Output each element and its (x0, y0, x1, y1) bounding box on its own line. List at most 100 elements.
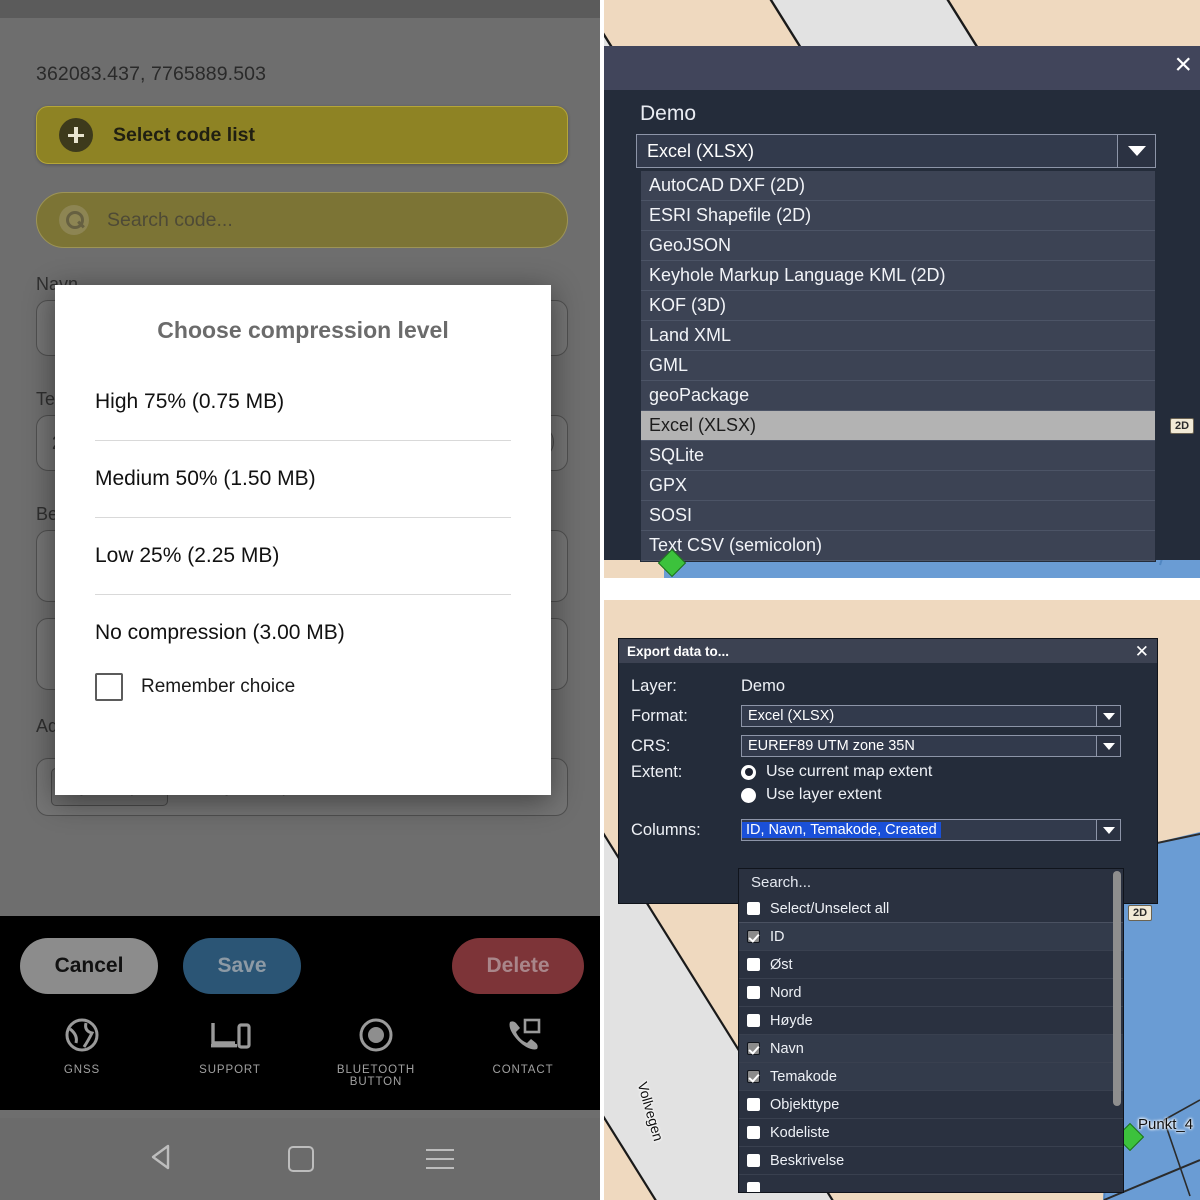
column-item-beskrivelse[interactable]: Beskrivelse (739, 1147, 1123, 1175)
point-label-punkt4: Punkt_4 (1138, 1116, 1194, 1133)
columns-label: Columns: (631, 820, 701, 839)
close-icon[interactable]: ✕ (1135, 643, 1149, 660)
column-label: Høyde (770, 1012, 813, 1029)
chevron-down-icon[interactable] (1096, 820, 1120, 840)
format-dialog-body: Demo Excel (XLSX) AutoCAD DXF (2D) ESRI … (604, 90, 1200, 562)
format-option[interactable]: ESRI Shapefile (2D) (641, 201, 1155, 231)
column-label: Kodeliste (770, 1124, 830, 1141)
compression-option-high[interactable]: High 75% (0.75 MB) (55, 390, 551, 414)
format-option[interactable]: GeoJSON (641, 231, 1155, 261)
export-row-crs: CRS: EUREF89 UTM zone 35N (631, 731, 1157, 761)
crs-select[interactable]: EUREF89 UTM zone 35N (741, 735, 1121, 757)
column-item-ost[interactable]: Øst (739, 951, 1123, 979)
column-item-temakode[interactable]: Temakode (739, 1063, 1123, 1091)
format-option[interactable]: SQLite (641, 441, 1155, 471)
checkbox-id[interactable] (747, 930, 760, 943)
format-label: Format: (631, 706, 688, 725)
columns-select-all-row[interactable]: Select/Unselect all (739, 895, 1123, 923)
export-row-layer: Layer: Demo (631, 671, 1157, 701)
checkbox-partial[interactable] (747, 1182, 760, 1192)
tool-contact[interactable]: CONTACT (463, 1012, 583, 1076)
format-option-selected[interactable]: Excel (XLSX) (641, 411, 1155, 441)
column-item-id[interactable]: ID (739, 923, 1123, 951)
extent-label: Extent: (631, 762, 683, 781)
checkbox-kodeliste[interactable] (747, 1126, 760, 1139)
export-dialog-title: Export data to... (627, 643, 730, 659)
compression-level-dialog: Choose compression level High 75% (0.75 … (55, 285, 551, 795)
select-code-list-label: Select code list (113, 123, 255, 146)
format-combobox[interactable]: Excel (XLSX) (636, 134, 1156, 168)
checkbox-nord[interactable] (747, 986, 760, 999)
dropdown-scrollbar[interactable] (1113, 871, 1121, 1106)
close-icon[interactable]: × (1174, 50, 1192, 80)
desktop-export-dialog-panel: Vollvegen 2D Punkt_4 Export data to... ✕… (604, 600, 1200, 1200)
export-row-extent: Extent: Use current map extent (631, 761, 1157, 783)
column-label: ID (770, 928, 785, 945)
columns-search-input[interactable]: Search... (739, 869, 1123, 895)
chevron-down-icon[interactable] (1117, 135, 1155, 167)
android-nav-bar (0, 1118, 600, 1200)
home-square-icon[interactable] (288, 1146, 314, 1172)
columns-select[interactable]: ID, Navn, Temakode, Created (741, 819, 1121, 841)
column-item-partial[interactable] (739, 1175, 1123, 1192)
globe-icon (22, 1012, 142, 1058)
back-triangle-icon[interactable] (146, 1143, 176, 1176)
checkbox-temakode[interactable] (747, 1070, 760, 1083)
column-item-navn[interactable]: Navn (739, 1035, 1123, 1063)
column-item-nord[interactable]: Nord (739, 979, 1123, 1007)
remember-choice-row[interactable]: Remember choice (55, 673, 551, 701)
columns-select-value: ID, Navn, Temakode, Created (742, 822, 941, 838)
column-item-hoyde[interactable]: Høyde (739, 1007, 1123, 1035)
tool-bluetooth-button[interactable]: BLUETOOTH BUTTON (316, 1012, 436, 1088)
divider (95, 594, 511, 595)
tool-support[interactable]: SUPPORT (170, 1012, 290, 1076)
format-option[interactable]: Text CSV (semicolon) (641, 531, 1155, 561)
columns-multiselect-dropdown[interactable]: Search... Select/Unselect all ID Øst Nor… (738, 868, 1124, 1193)
extent-option-current[interactable]: Use current map extent (741, 760, 932, 784)
chevron-down-icon[interactable] (1096, 736, 1120, 756)
checkbox-hoyde[interactable] (747, 1014, 760, 1027)
crs-label: CRS: (631, 736, 671, 755)
checkbox-select-all[interactable] (747, 902, 760, 915)
export-data-dialog: Export data to... ✕ Layer: Demo Format: … (618, 638, 1158, 904)
format-option[interactable]: Keyhole Markup Language KML (2D) (641, 261, 1155, 291)
phone-status-bar (0, 0, 600, 18)
format-option[interactable]: SOSI (641, 501, 1155, 531)
tool-gnss[interactable]: GNSS (22, 1012, 142, 1076)
chevron-down-icon[interactable] (1096, 706, 1120, 726)
format-option[interactable]: GPX (641, 471, 1155, 501)
checkbox-navn[interactable] (747, 1042, 760, 1055)
radio-layer-extent[interactable] (741, 787, 756, 803)
search-code-input[interactable]: Search code... (36, 192, 568, 248)
compression-option-low[interactable]: Low 25% (2.25 MB) (55, 544, 551, 568)
columns-select-all-label: Select/Unselect all (770, 900, 890, 917)
panel-title-bar (604, 46, 1200, 90)
checkbox-beskrivelse[interactable] (747, 1154, 760, 1167)
checkbox-ost[interactable] (747, 958, 760, 971)
select-code-list-button[interactable]: Select code list (36, 106, 568, 164)
format-option[interactable]: geoPackage (641, 381, 1155, 411)
format-option[interactable]: KOF (3D) (641, 291, 1155, 321)
compression-option-medium[interactable]: Medium 50% (1.50 MB) (55, 467, 551, 491)
search-code-placeholder: Search code... (107, 208, 233, 231)
export-row-columns: Columns: ID, Navn, Temakode, Created (631, 815, 1157, 845)
format-option[interactable]: Land XML (641, 321, 1155, 351)
column-label: Øst (770, 956, 793, 973)
column-item-kodeliste[interactable]: Kodeliste (739, 1119, 1123, 1147)
column-label: Objekttype (770, 1096, 840, 1113)
remember-choice-checkbox[interactable] (95, 673, 123, 701)
save-button[interactable]: Save (183, 938, 301, 994)
checkbox-objekttype[interactable] (747, 1098, 760, 1111)
menu-lines-icon[interactable] (426, 1149, 454, 1169)
format-option-list[interactable]: AutoCAD DXF (2D) ESRI Shapefile (2D) Geo… (640, 170, 1156, 562)
format-select[interactable]: Excel (XLSX) (741, 705, 1121, 727)
compression-option-none[interactable]: No compression (3.00 MB) (55, 621, 551, 645)
cancel-button[interactable]: Cancel (20, 938, 158, 994)
radio-current-map-extent[interactable] (741, 764, 756, 780)
format-option[interactable]: GML (641, 351, 1155, 381)
format-option[interactable]: AutoCAD DXF (2D) (641, 171, 1155, 201)
circle-record-icon (316, 1012, 436, 1058)
delete-button[interactable]: Delete (452, 938, 584, 994)
extent-option-layer[interactable]: Use layer extent (741, 783, 1157, 807)
column-item-objekttype[interactable]: Objekttype (739, 1091, 1123, 1119)
